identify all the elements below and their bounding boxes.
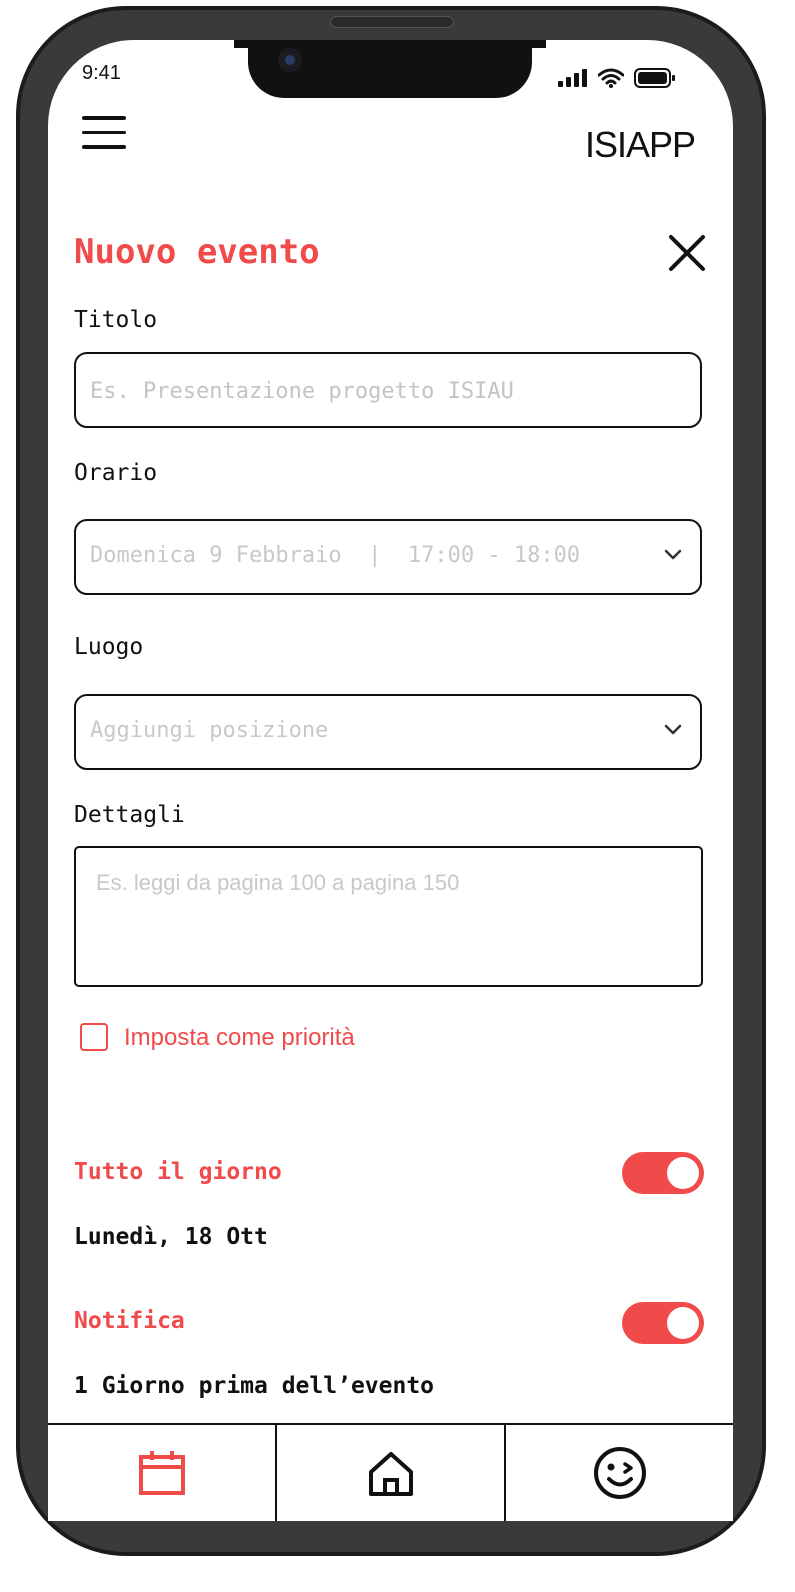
tab-home[interactable]	[277, 1425, 506, 1521]
home-icon	[368, 1452, 413, 1496]
time-select-value: Domenica 9 Febbraio | 17:00 - 18:00	[90, 543, 581, 568]
notification-value[interactable]: 1 Giorno prima dell’evento	[74, 1373, 434, 1399]
camera-icon	[278, 48, 302, 72]
all-day-label: Tutto il giorno	[74, 1159, 282, 1185]
menu-icon[interactable]	[82, 116, 126, 150]
status-icons	[558, 68, 676, 88]
time-label: Orario	[74, 460, 158, 486]
app-brand: ISIAPP	[585, 124, 696, 165]
priority-checkbox[interactable]	[80, 1023, 108, 1051]
details-label: Dettagli	[74, 802, 185, 828]
chevron-down-icon	[664, 549, 682, 560]
tab-profile[interactable]	[506, 1425, 733, 1521]
title-label: Titolo	[74, 307, 158, 333]
status-time: 9:41	[82, 62, 121, 84]
location-label: Luogo	[74, 634, 144, 660]
bottom-tab-bar	[48, 1423, 733, 1521]
title-field[interactable]	[74, 352, 702, 428]
all-day-toggle[interactable]	[622, 1152, 704, 1194]
speaker-grille	[330, 16, 454, 28]
details-placeholder: Es. leggi da pagina 100 a pagina 150	[96, 870, 460, 895]
time-select[interactable]: Domenica 9 Febbraio | 17:00 - 18:00	[74, 519, 702, 595]
notification-toggle[interactable]	[622, 1302, 704, 1344]
battery-icon	[634, 68, 675, 88]
tab-calendar[interactable]	[48, 1425, 277, 1521]
wifi-icon	[598, 68, 624, 88]
close-icon[interactable]	[668, 234, 706, 272]
details-textarea[interactable]: Es. leggi da pagina 100 a pagina 150	[74, 846, 703, 987]
calendar-icon	[138, 1451, 185, 1495]
priority-label[interactable]: Imposta come priorità	[124, 1024, 355, 1052]
winking-face-icon	[593, 1447, 646, 1499]
notification-label: Notifica	[74, 1308, 185, 1334]
chevron-down-icon	[664, 724, 682, 735]
all-day-date[interactable]: Lunedì, 18 Ott	[74, 1224, 268, 1250]
location-select-value: Aggiungi posizione	[90, 718, 329, 743]
location-select[interactable]: Aggiungi posizione	[74, 694, 702, 770]
signal-icon	[558, 69, 587, 87]
page-title: Nuovo evento	[74, 232, 320, 272]
title-input[interactable]	[88, 354, 682, 428]
